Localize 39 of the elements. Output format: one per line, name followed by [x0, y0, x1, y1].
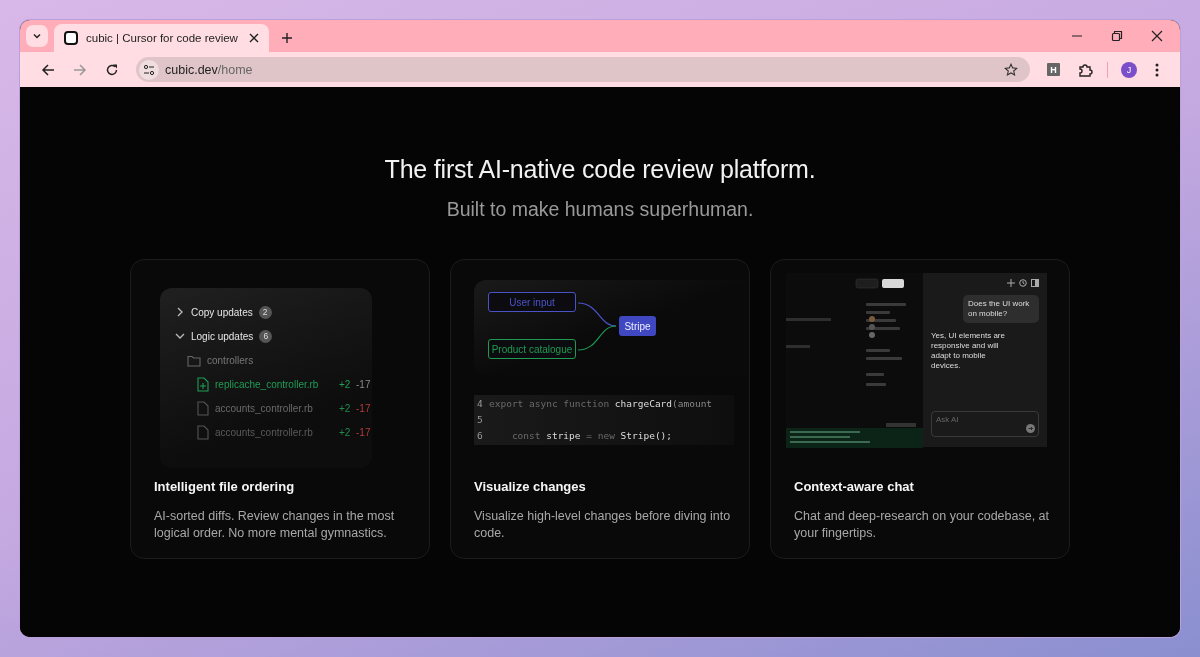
card-description: AI-sorted diffs. Review changes in the most logical order. No more mental gymnastics. — [154, 508, 396, 542]
removed-count: -17 — [356, 426, 371, 438]
ask-input-field[interactable]: Ask AI — [931, 411, 1039, 437]
card-title: Context-aware chat — [794, 479, 915, 494]
folder-label[interactable]: controllers — [207, 354, 254, 366]
card-title: Visualize changes — [474, 479, 587, 494]
added-count: +2 — [339, 426, 352, 438]
line-number: 4 — [476, 397, 484, 409]
code-line: const stripe = new Stripe(); — [510, 429, 673, 441]
group-label[interactable]: Logic updates — [191, 330, 254, 342]
tab-title: cubic | Cursor for code review — [86, 32, 239, 44]
user-message: Does the UI work on mobile? — [963, 295, 1039, 323]
file-name[interactable]: replicache_controller.rb — [215, 378, 339, 390]
card-description: Visualize high-level changes before diving into code. — [474, 508, 732, 542]
extension-button[interactable]: H — [1047, 63, 1060, 76]
card-title: Intelligent file ordering — [154, 479, 296, 494]
removed-count: -17 — [356, 378, 371, 390]
added-count: +2 — [339, 378, 352, 390]
card-description: Chat and deep-research on your codebase, at your fingertips. — [794, 508, 1051, 542]
url-text: cubic.dev/home — [165, 62, 254, 77]
hero-heading: The first AI-native code review platform. — [384, 155, 816, 184]
browser-tab[interactable]: cubic | Cursor for code review — [54, 24, 269, 52]
source-node: Product catalogue — [488, 339, 576, 359]
source-node: User input — [488, 292, 576, 312]
file-name[interactable]: accounts_controller.rb — [215, 426, 339, 438]
line-number: 5 — [476, 413, 484, 425]
count-badge: 2 — [258, 305, 272, 319]
line-number: 6 — [476, 429, 484, 441]
count-badge: 6 — [259, 329, 273, 343]
address-bar[interactable]: cubic.dev/home — [136, 57, 1030, 82]
profile-avatar[interactable]: J — [1121, 61, 1137, 78]
assistant-message: Yes, UI elements are responsive and will adapt to mobile devices. — [931, 331, 1006, 371]
code-line: export async function chargeCard(amount — [489, 397, 713, 409]
removed-count: -17 — [356, 402, 371, 414]
target-node: Stripe — [619, 316, 656, 336]
group-label[interactable]: Copy updates — [191, 306, 253, 318]
added-count: +2 — [339, 402, 352, 414]
hero-subheading: Built to make humans superhuman. — [446, 198, 754, 221]
file-name[interactable]: accounts_controller.rb — [215, 402, 339, 414]
